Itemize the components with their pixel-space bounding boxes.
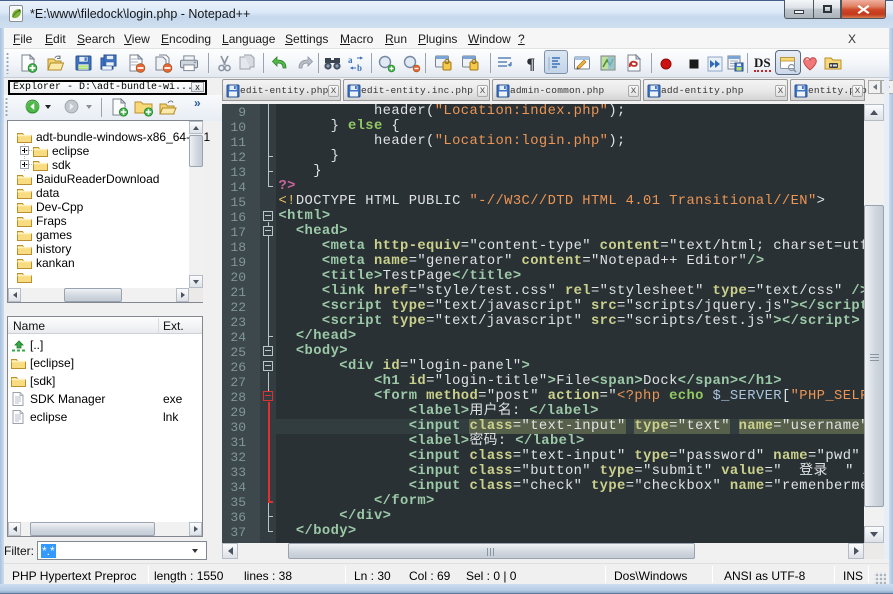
svg-text:b: b — [357, 63, 362, 73]
svg-text:a: a — [348, 55, 353, 65]
svg-text:¶: ¶ — [527, 56, 536, 73]
